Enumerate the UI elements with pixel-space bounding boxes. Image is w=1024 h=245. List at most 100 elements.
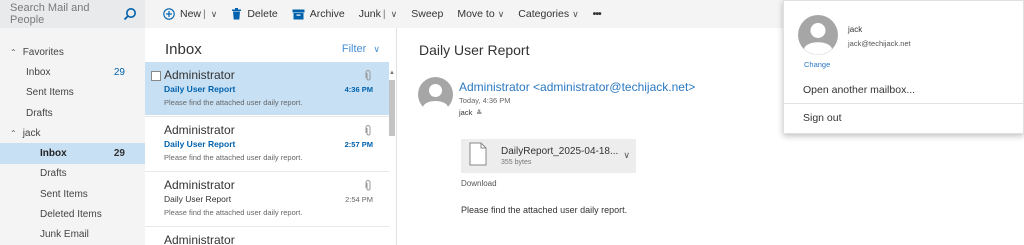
recipient-line[interactable]: jack ≚ bbox=[459, 108, 482, 117]
account-name: jack bbox=[848, 25, 863, 34]
chevron-up-icon: ⌃ bbox=[10, 47, 17, 57]
search-icon[interactable] bbox=[115, 7, 145, 21]
chevron-up-icon: ⌃ bbox=[10, 128, 17, 138]
trash-icon bbox=[231, 8, 242, 20]
archive-icon bbox=[292, 9, 305, 20]
folder-label: Sent Items bbox=[40, 188, 88, 200]
change-photo-link[interactable]: Change bbox=[804, 60, 830, 69]
move-to-button[interactable]: Move to ∨ bbox=[457, 8, 504, 20]
sign-out-button[interactable]: Sign out bbox=[803, 112, 842, 124]
message-subject: Daily User Report bbox=[164, 194, 232, 204]
message-time: 2:54 PM bbox=[345, 195, 373, 204]
message-list: Inbox Filter ∨ Administrator Daily User … bbox=[145, 28, 397, 245]
message-list-scrollbar[interactable]: ▲ bbox=[388, 70, 396, 245]
recipient-name: jack bbox=[459, 108, 473, 117]
scrollbar-thumb[interactable] bbox=[389, 80, 395, 136]
filter-button[interactable]: Filter ∨ bbox=[342, 43, 380, 55]
chevron-down-icon[interactable]: ∨ bbox=[211, 9, 218, 20]
message-preview: Please find the attached user daily repo… bbox=[164, 98, 303, 107]
delete-label: Delete bbox=[247, 8, 278, 20]
folder-item-sent-items[interactable]: Sent Items bbox=[0, 184, 145, 204]
folder-item-deleted-items[interactable]: Deleted Items bbox=[0, 204, 145, 224]
move-to-label: Move to bbox=[457, 8, 495, 20]
folder-label: Inbox bbox=[40, 148, 67, 160]
separator: | bbox=[382, 8, 386, 20]
search-box[interactable]: Search Mail and People bbox=[0, 0, 145, 28]
folder-title: Inbox bbox=[165, 40, 202, 58]
message-time: 4:36 PM bbox=[344, 85, 373, 94]
message-subject: Daily User Report bbox=[164, 84, 236, 94]
double-chevron-down-icon[interactable]: ≚ bbox=[476, 110, 482, 117]
message-item[interactable]: Administrator Daily User Report 2:57 PM … bbox=[145, 117, 389, 170]
favorites-label: Favorites bbox=[22, 46, 64, 58]
navigation-pane: Search Mail and People ⌃ Favorites Inbox… bbox=[0, 0, 145, 245]
folder-list: ⌃ Favorites Inbox 29 Sent Items Drafts ⌃… bbox=[0, 42, 145, 245]
paperclip-icon bbox=[365, 178, 372, 196]
sweep-button[interactable]: Sweep bbox=[411, 8, 443, 20]
filter-label: Filter bbox=[341, 43, 367, 55]
favorites-group[interactable]: ⌃ Favorites bbox=[0, 42, 145, 62]
chevron-down-icon: ∨ bbox=[497, 8, 505, 19]
message-item[interactable]: Administrator Daily User Report 4:36 PM … bbox=[145, 62, 389, 115]
folder-label: Drafts bbox=[26, 107, 53, 119]
message-preview: Please find the attached user daily repo… bbox=[164, 153, 303, 162]
favorite-item-drafts[interactable]: Drafts bbox=[0, 103, 145, 123]
open-another-mailbox-button[interactable]: Open another mailbox... bbox=[803, 84, 915, 96]
message-sender: Administrator bbox=[164, 178, 235, 192]
chevron-down-icon[interactable]: ∨ bbox=[391, 9, 398, 20]
favorite-item-sent-items[interactable]: Sent Items bbox=[0, 83, 145, 103]
folder-label: Drafts bbox=[40, 168, 67, 180]
chevron-down-icon: ∨ bbox=[373, 44, 380, 54]
folder-label: Inbox bbox=[26, 66, 51, 78]
unread-count: 29 bbox=[113, 66, 125, 78]
junk-label: Junk bbox=[358, 8, 381, 20]
account-avatar bbox=[798, 15, 838, 55]
message-sender: Administrator bbox=[164, 233, 235, 245]
message-date: Today, 4:36 PM bbox=[459, 96, 511, 105]
unread-count: 29 bbox=[113, 148, 125, 160]
folder-label: Deleted Items bbox=[40, 209, 102, 221]
sweep-label: Sweep bbox=[411, 8, 444, 20]
message-item[interactable]: Administrator Daily User Report 2:54 PM … bbox=[145, 172, 389, 225]
select-checkbox[interactable] bbox=[151, 71, 161, 81]
categories-label: Categories bbox=[518, 8, 570, 20]
message-time: 2:57 PM bbox=[344, 140, 373, 149]
junk-button[interactable]: Junk | ∨ bbox=[359, 8, 398, 20]
folder-label: Junk Email bbox=[40, 229, 89, 241]
favorite-item-inbox[interactable]: Inbox 29 bbox=[0, 62, 145, 82]
message-subject-heading: Daily User Report bbox=[419, 42, 530, 58]
delete-button[interactable]: Delete bbox=[231, 8, 278, 20]
message-sender: Administrator bbox=[164, 68, 235, 82]
categories-button[interactable]: Categories ∨ bbox=[518, 8, 578, 20]
message-sender: Administrator bbox=[164, 123, 235, 137]
sender-address[interactable]: Administrator <administrator@techijack.n… bbox=[459, 80, 695, 94]
scroll-up-arrow-icon[interactable]: ▲ bbox=[389, 70, 395, 76]
more-actions-button[interactable]: ••• bbox=[592, 8, 602, 20]
chevron-down-icon[interactable]: ∨ bbox=[623, 150, 630, 161]
folder-item-drafts[interactable]: Drafts bbox=[0, 164, 145, 184]
download-link[interactable]: Download bbox=[461, 179, 497, 188]
account-group[interactable]: ⌃ jack bbox=[0, 123, 145, 143]
new-button[interactable]: New | ∨ bbox=[163, 8, 217, 20]
message-item[interactable]: Administrator bbox=[145, 227, 389, 245]
paperclip-icon bbox=[365, 123, 372, 141]
chevron-down-icon: ∨ bbox=[572, 8, 579, 19]
separator: | bbox=[203, 8, 206, 20]
folder-item-inbox[interactable]: Inbox 29 bbox=[0, 143, 145, 164]
sender-avatar bbox=[418, 77, 453, 113]
attachment-size: 355 bytes bbox=[501, 159, 532, 166]
account-popup: jack jack@techijack.net Change Open anot… bbox=[783, 0, 1024, 134]
search-input[interactable]: Search Mail and People bbox=[10, 2, 115, 26]
divider bbox=[784, 103, 1023, 104]
message-preview: Please find the attached user daily repo… bbox=[164, 208, 303, 217]
new-label: New bbox=[180, 8, 202, 20]
folder-label: Sent Items bbox=[26, 87, 74, 99]
attachment-card[interactable]: DailyReport_2025-04-18... 355 bytes ∨ bbox=[461, 139, 636, 173]
paperclip-icon bbox=[365, 68, 372, 86]
folder-item-junk-email[interactable]: Junk Email bbox=[0, 225, 145, 245]
attachment-name: DailyReport_2025-04-18... bbox=[501, 146, 619, 157]
message-subject: Daily User Report bbox=[164, 139, 236, 149]
more-icon: ••• bbox=[592, 8, 602, 20]
archive-button[interactable]: Archive bbox=[292, 8, 345, 20]
message-body: Please find the attached user daily repo… bbox=[461, 205, 628, 215]
